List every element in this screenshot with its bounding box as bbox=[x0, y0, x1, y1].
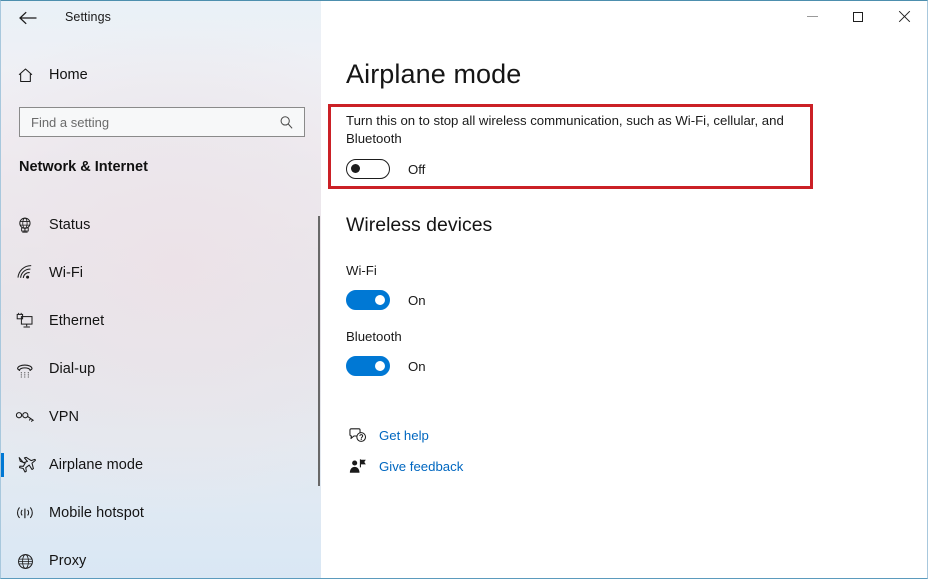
wifi-toggle[interactable] bbox=[346, 290, 390, 310]
close-icon bbox=[898, 11, 910, 23]
airplane-mode-description: Turn this on to stop all wireless commun… bbox=[346, 113, 784, 146]
sidebar-item-airplane-mode[interactable]: Airplane mode bbox=[1, 441, 307, 489]
toggle-knob bbox=[375, 294, 385, 305]
give-feedback-label: Give feedback bbox=[379, 459, 464, 474]
proxy-globe-icon bbox=[1, 552, 49, 571]
main-content: Airplane mode Turn this on to stop all w… bbox=[322, 34, 927, 578]
maximize-icon bbox=[853, 11, 863, 22]
wifi-icon bbox=[1, 264, 49, 282]
home-icon bbox=[1, 66, 49, 85]
hotspot-icon bbox=[1, 504, 49, 522]
sidebar-item-ethernet-label: Ethernet bbox=[49, 313, 105, 329]
wifi-device-label: Wi-Fi bbox=[346, 263, 377, 278]
back-arrow-icon bbox=[19, 11, 37, 24]
get-help-label: Get help bbox=[379, 428, 429, 443]
sidebar-item-airplane-mode-label: Airplane mode bbox=[49, 457, 144, 473]
ethernet-icon bbox=[1, 312, 49, 331]
sidebar-item-dialup[interactable]: Dial-up bbox=[1, 345, 307, 393]
close-button[interactable] bbox=[881, 1, 927, 32]
bluetooth-toggle-state: On bbox=[408, 358, 426, 374]
sidebar-item-vpn-label: VPN bbox=[49, 409, 79, 425]
sidebar-item-home[interactable]: Home bbox=[1, 58, 307, 92]
search-icon[interactable] bbox=[279, 115, 294, 130]
sidebar-category-title: Network & Internet bbox=[19, 159, 148, 175]
sidebar-item-status-label: Status bbox=[49, 217, 91, 233]
sidebar-scrollbar-thumb[interactable] bbox=[318, 216, 320, 486]
sidebar-item-home-label: Home bbox=[49, 67, 88, 83]
sidebar-item-mobile-hotspot[interactable]: Mobile hotspot bbox=[1, 489, 307, 537]
sidebar: Home Network & Internet bbox=[1, 1, 321, 578]
bluetooth-toggle-row: On bbox=[346, 356, 426, 376]
give-feedback-link[interactable]: Give feedback bbox=[344, 458, 463, 475]
status-globe-icon bbox=[1, 216, 49, 235]
wifi-toggle-state: On bbox=[408, 292, 426, 308]
feedback-person-icon bbox=[344, 458, 370, 475]
sidebar-item-ethernet[interactable]: Ethernet bbox=[1, 297, 307, 345]
window-title: Settings bbox=[65, 10, 111, 24]
settings-window: Settings Home Find a setting Network & I… bbox=[0, 0, 928, 579]
wireless-devices-heading: Wireless devices bbox=[346, 214, 493, 236]
sidebar-item-proxy[interactable]: Proxy bbox=[1, 537, 307, 578]
search-box[interactable] bbox=[19, 107, 305, 137]
back-button[interactable] bbox=[9, 2, 47, 33]
maximize-button[interactable] bbox=[835, 1, 881, 32]
title-bar: Settings bbox=[1, 1, 927, 34]
sidebar-item-wifi[interactable]: Wi-Fi bbox=[1, 249, 307, 297]
sidebar-item-wifi-label: Wi-Fi bbox=[49, 265, 84, 281]
sidebar-item-status[interactable]: Status bbox=[1, 201, 307, 249]
airplane-icon bbox=[1, 455, 49, 475]
sidebar-nav-list: Status Wi-Fi Ethernet Dial-up VPN Airpla… bbox=[1, 201, 321, 578]
help-bubble-icon bbox=[344, 427, 370, 444]
bluetooth-toggle[interactable] bbox=[346, 356, 390, 376]
toggle-knob bbox=[375, 360, 385, 371]
get-help-link[interactable]: Get help bbox=[344, 427, 429, 444]
minimize-icon bbox=[806, 16, 818, 17]
sidebar-item-mobile-hotspot-label: Mobile hotspot bbox=[49, 505, 145, 521]
airplane-mode-toggle-state: Off bbox=[408, 161, 426, 177]
minimize-button[interactable] bbox=[789, 1, 835, 32]
page-title: Airplane mode bbox=[346, 59, 522, 89]
airplane-mode-toggle[interactable] bbox=[346, 159, 390, 179]
sidebar-item-vpn[interactable]: VPN bbox=[1, 393, 307, 441]
dialup-phone-icon bbox=[1, 360, 49, 378]
sidebar-item-dialup-label: Dial-up bbox=[49, 361, 96, 377]
sidebar-item-proxy-label: Proxy bbox=[49, 553, 87, 569]
bluetooth-device-label: Bluetooth bbox=[346, 329, 402, 344]
wifi-toggle-row: On bbox=[346, 290, 426, 310]
vpn-key-icon bbox=[1, 409, 49, 425]
airplane-mode-toggle-row: Off bbox=[346, 159, 425, 179]
search-input[interactable] bbox=[31, 114, 263, 130]
toggle-knob bbox=[351, 164, 360, 173]
